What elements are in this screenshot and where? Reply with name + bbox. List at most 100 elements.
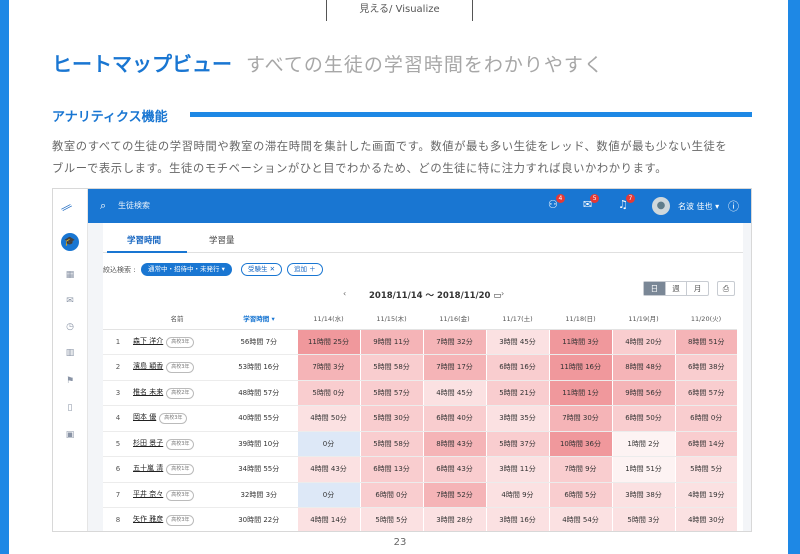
heatmap-cell: 3時間 38分 [611, 482, 675, 508]
table-row[interactable]: 1 森下 洋介 高校3年 56時間 7分 11時間 25分 9時間 11分 7時間 32分 3… [103, 329, 737, 355]
grade-badge: 高校2年 [166, 387, 195, 399]
header-day[interactable]: 11/16(金) [423, 307, 486, 330]
student-name-cell[interactable]: 岡本 優高校3年 [133, 405, 221, 432]
header-total[interactable]: 学習時間 ▾ [221, 307, 297, 330]
header-day[interactable]: 11/17(土) [486, 307, 549, 330]
grade-badge: 高校3年 [166, 489, 195, 501]
student-name-cell[interactable]: 森下 洋介 高校3年 [133, 329, 221, 355]
table-row[interactable]: 8 矢作 雅彦 高校3年 30時間 22分 4時間 14分 5時間 5分 3時間 28分 3時… [103, 507, 737, 531]
heatmap-cell: 1時間 51分 [611, 456, 675, 483]
heatmap-cell: 4時間 20分 [611, 329, 675, 355]
table-row[interactable]: 6 五十嵐 清高校1年 34時間 55分 4時間 43分 6時間 13分 6時間 43分 3… [103, 456, 737, 483]
total-time: 56時間 7分 [221, 329, 297, 355]
message-icon[interactable]: ✉ 5 [583, 194, 600, 211]
heatmap-cell: 4時間 43分 [296, 456, 360, 483]
heatmap-cell: 4時間 30分 [674, 507, 737, 531]
student-name-cell[interactable]: 濱島 穎香 高校3年 [133, 354, 221, 381]
row-number: 2 [103, 354, 133, 381]
heatmap-cell: 5時間 57分 [359, 380, 423, 406]
student-name[interactable]: 森下 洋介 [133, 337, 163, 345]
student-name[interactable]: 五十嵐 清 [133, 464, 163, 472]
student-name-cell[interactable]: 矢作 雅彦 高校3年 [133, 507, 221, 531]
heatmap-cell: 6時間 43分 [422, 456, 486, 483]
user-name[interactable]: 名波 佳也 ▾ [678, 201, 719, 212]
tab-study-time[interactable]: 学習時間 [127, 234, 161, 246]
help-icon[interactable]: ⓘ [728, 198, 739, 214]
bar-chart-icon[interactable]: ▥ [64, 347, 76, 359]
tab-study-amount[interactable]: 学習量 [209, 234, 235, 246]
prev-date-icon[interactable]: ‹ [343, 289, 346, 298]
print-icon[interactable]: ⎙ [717, 281, 735, 296]
clipboard-icon[interactable]: ▯ [64, 402, 76, 414]
bell-icon[interactable]: ♫ 7 [618, 194, 635, 211]
notifications-badge: 7 [625, 194, 635, 203]
header-day[interactable]: 11/20(火) [675, 307, 737, 330]
row-number: 8 [103, 507, 133, 531]
heatmap-cell: 11時間 1分 [548, 380, 612, 406]
heatmap-cell: 5時間 30分 [359, 405, 423, 432]
header-name: 名前 [133, 307, 221, 330]
header-day[interactable]: 11/19(月) [612, 307, 675, 330]
users-badge: 4 [555, 194, 565, 203]
users-icon[interactable]: ⚇ 4 [548, 194, 565, 211]
header-day[interactable]: 11/18(日) [549, 307, 612, 330]
grade-badge: 高校3年 [166, 362, 195, 374]
heatmap-cell: 4時間 54分 [548, 507, 612, 531]
heatmap-cell: 6時間 13分 [359, 456, 423, 483]
heatmap-cell: 6時間 0分 [674, 405, 737, 432]
period-day-button[interactable]: 日 [644, 282, 666, 295]
next-date-icon[interactable]: › [501, 289, 504, 298]
page-title: ヒートマップビュー すべての生徒の学習時間をわかりやすく [52, 48, 604, 77]
heatmap-cell: 6時間 38分 [674, 354, 737, 381]
period-selector: 日 週 月 [643, 281, 709, 296]
heatmap-cell: 3時間 16分 [485, 507, 549, 531]
heatmap-cell: 8時間 43分 [422, 431, 486, 457]
row-number: 7 [103, 482, 133, 508]
table-row[interactable]: 4 岡本 優高校3年 40時間 55分 4時間 50分 5時間 30分 6時間 40分 3時… [103, 405, 737, 432]
table-row[interactable]: 2 濱島 穎香 高校3年 53時間 16分 7時間 3分 5時間 58分 7時間 17分 6時… [103, 354, 737, 381]
heatmap-cell: 9時間 11分 [359, 329, 423, 355]
grid-icon[interactable]: ▦ [64, 269, 76, 281]
heatmap-cell: 8時間 48分 [611, 354, 675, 381]
table-row[interactable]: 7 平井 奈々 高校3年 32時間 3分 0分 6時間 0分 7時間 52分 4時間 9分 6時… [103, 482, 737, 508]
heatmap-cell: 5時間 58分 [359, 431, 423, 457]
graduation-cap-icon[interactable]: 🎓 [61, 233, 79, 251]
student-name[interactable]: 岡本 優 [133, 413, 156, 421]
filter-chip-exam[interactable]: 受験生 ✕ [241, 263, 283, 276]
student-name-cell[interactable]: 椎名 未来 高校2年 [133, 380, 221, 406]
clock-icon[interactable]: ◷ [64, 321, 76, 333]
table-row[interactable]: 5 杉田 景子 高校3年 39時間 10分 0分 5時間 58分 8時間 43分 5時間 37… [103, 431, 737, 457]
student-name[interactable]: 平井 奈々 [133, 490, 163, 498]
header-day[interactable]: 11/15(木) [360, 307, 423, 330]
app-topbar: ⌕ 生徒検索 ⚇ 4 ✉ 5 ♫ 7 ● 名波 佳也 ▾ ⓘ [88, 189, 751, 223]
row-number: 1 [103, 329, 133, 355]
tab-bar: 学習時間 学習量 [103, 223, 743, 253]
grade-badge: 高校3年 [166, 515, 195, 527]
mail-icon[interactable]: ✉ [64, 295, 76, 307]
student-name[interactable]: 杉田 景子 [133, 439, 163, 447]
student-name-cell[interactable]: 五十嵐 清高校1年 [133, 456, 221, 483]
calendar-icon[interactable]: ▣ [64, 429, 76, 441]
heatmap-cell: 4時間 45分 [422, 380, 486, 406]
flag-icon[interactable]: ⚑ [64, 375, 76, 387]
title-main: ヒートマップビュー [52, 52, 232, 76]
total-time: 40時間 55分 [221, 405, 297, 432]
student-name[interactable]: 矢作 雅彦 [133, 515, 163, 523]
student-name[interactable]: 濱島 穎香 [133, 362, 163, 370]
add-filter-button[interactable]: 追加 ＋ [287, 263, 323, 276]
header-day[interactable]: 11/14(水) [297, 307, 360, 330]
period-month-button[interactable]: 月 [687, 282, 708, 295]
logo-icon: ⫽ [58, 201, 74, 216]
student-name-cell[interactable]: 平井 奈々 高校3年 [133, 482, 221, 508]
filter-chip-status[interactable]: 通常中・招待中・未発行 ▾ [141, 263, 232, 276]
heatmap-cell: 6時間 5分 [548, 482, 612, 508]
avatar[interactable]: ● [652, 197, 670, 215]
app-screenshot: ⫽ 🎓 ▦ ✉ ◷ ▥ ⚑ ▯ ▣ ⌕ 生徒検索 ⚇ 4 ✉ 5 ♫ 7 ● 名波 佳… [52, 188, 752, 532]
row-number: 3 [103, 380, 133, 406]
student-name-cell[interactable]: 杉田 景子 高校3年 [133, 431, 221, 457]
heatmap-cell: 7時間 30分 [548, 405, 612, 432]
table-row[interactable]: 3 椎名 未来 高校2年 48時間 57分 5時間 0分 5時間 57分 4時間 45分 5時… [103, 380, 737, 406]
period-week-button[interactable]: 週 [666, 282, 688, 295]
search-input[interactable]: 生徒検索 [118, 200, 150, 211]
student-name[interactable]: 椎名 未来 [133, 388, 163, 396]
